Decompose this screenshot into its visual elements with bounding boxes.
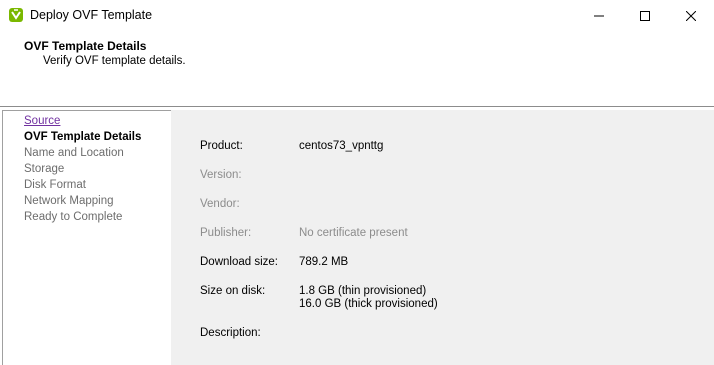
title-bar: Deploy OVF Template bbox=[0, 0, 714, 31]
version-label: Version: bbox=[200, 169, 242, 181]
header-divider-highlight bbox=[0, 107, 714, 108]
description-label: Description: bbox=[200, 327, 261, 339]
nav-step-ovf-template-details: OVF Template Details bbox=[24, 131, 142, 143]
size-on-disk-label: Size on disk: bbox=[200, 285, 266, 297]
vendor-label: Vendor: bbox=[200, 198, 240, 210]
wizard-steps-nav: Source OVF Template Details Name and Loc… bbox=[2, 110, 171, 365]
page-subtitle: Verify OVF template details. bbox=[43, 55, 186, 67]
page-title: OVF Template Details bbox=[24, 39, 147, 53]
nav-step-network-mapping: Network Mapping bbox=[24, 195, 114, 207]
vsphere-logo-icon bbox=[9, 8, 23, 22]
window-title: Deploy OVF Template bbox=[30, 8, 153, 22]
nav-step-storage: Storage bbox=[24, 163, 65, 175]
publisher-label: Publisher: bbox=[200, 227, 252, 239]
publisher-value: No certificate present bbox=[299, 227, 408, 239]
product-label: Product: bbox=[200, 140, 243, 152]
product-value: centos73_vpnttg bbox=[299, 140, 384, 152]
nav-step-disk-format: Disk Format bbox=[24, 179, 86, 191]
size-on-disk-thick-value: 16.0 GB (thick provisioned) bbox=[299, 298, 438, 310]
minimize-icon bbox=[594, 15, 604, 16]
ovf-details-panel: Product: centos73_vpnttg Version: Vendor… bbox=[171, 110, 714, 365]
maximize-button[interactable] bbox=[622, 0, 668, 31]
close-button[interactable] bbox=[668, 0, 714, 31]
maximize-icon bbox=[640, 10, 650, 21]
nav-step-ready-to-complete: Ready to Complete bbox=[24, 211, 123, 223]
download-size-label: Download size: bbox=[200, 256, 278, 268]
minimize-button[interactable] bbox=[576, 0, 622, 31]
close-icon bbox=[686, 10, 696, 21]
wizard-header: OVF Template Details Verify OVF template… bbox=[0, 31, 714, 107]
nav-step-source[interactable]: Source bbox=[24, 115, 60, 127]
size-on-disk-thin-value: 1.8 GB (thin provisioned) bbox=[299, 285, 427, 297]
download-size-value: 789.2 MB bbox=[299, 256, 349, 268]
nav-step-name-and-location: Name and Location bbox=[24, 147, 124, 159]
